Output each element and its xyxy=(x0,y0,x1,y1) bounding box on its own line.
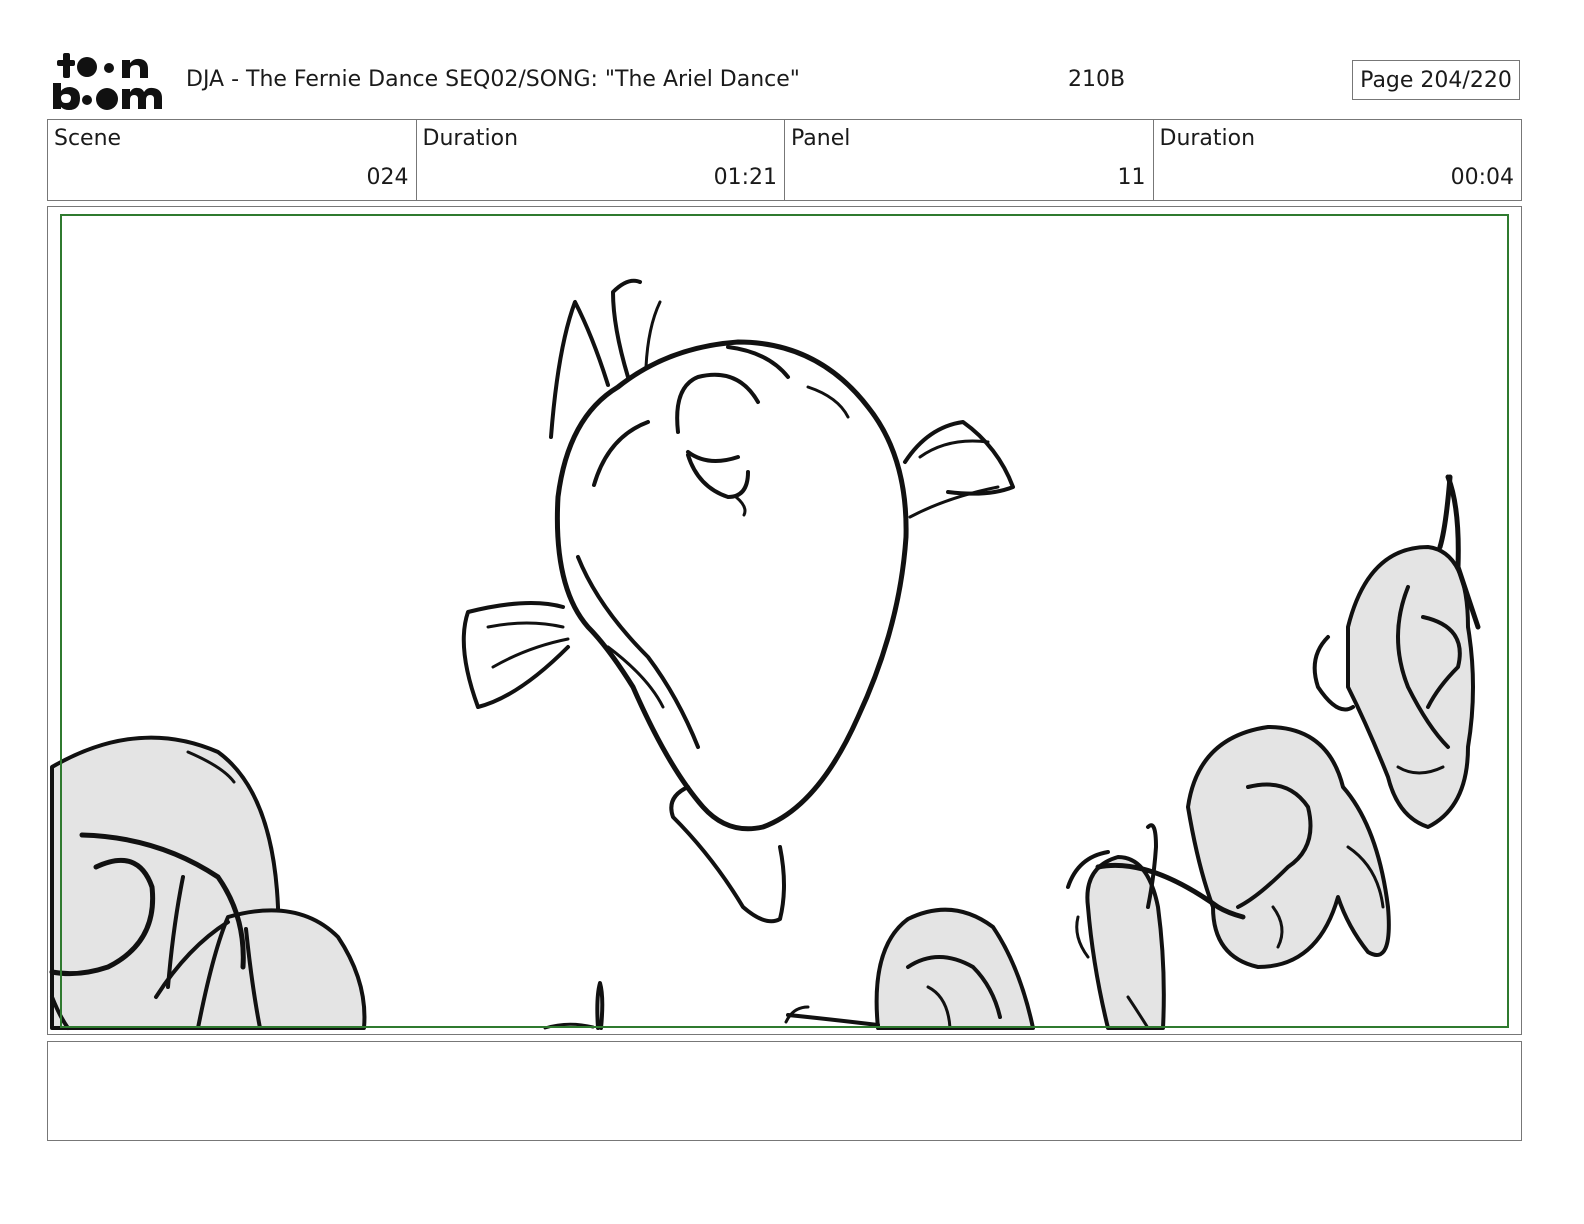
scene-duration-value: 01:21 xyxy=(713,165,777,190)
scene-code: 210B xyxy=(1068,67,1126,92)
sister-mermaid-left xyxy=(49,735,367,1030)
sister-mermaid-right xyxy=(1066,474,1481,1030)
panel-duration-value: 00:04 xyxy=(1450,165,1514,190)
panel-label: Panel xyxy=(791,126,851,151)
storyboard-panel xyxy=(47,206,1522,1035)
scene-cell: Scene 024 xyxy=(48,120,417,200)
scene-label: Scene xyxy=(54,126,122,151)
scene-value: 024 xyxy=(366,165,409,190)
panel-sketch xyxy=(49,278,1481,1030)
flounder-fish xyxy=(461,278,1015,924)
sister-mermaid-bottom xyxy=(543,907,1035,1030)
project-title: DJA - The Fernie Dance SEQ02/SONG: "The … xyxy=(186,67,800,92)
panel-duration-cell: Duration 00:04 xyxy=(1154,120,1522,200)
scene-duration-label: Duration xyxy=(422,126,519,151)
panel-notes-box[interactable] xyxy=(47,1041,1522,1141)
panel-duration-label: Duration xyxy=(1159,126,1256,151)
panel-value: 11 xyxy=(1117,165,1146,190)
toonboom-logo xyxy=(53,53,162,110)
page-indicator: Page 204/220 xyxy=(1352,60,1520,100)
scene-duration-cell: Duration 01:21 xyxy=(417,120,785,200)
panel-cell: Panel 11 xyxy=(785,120,1154,200)
scene-info-row: Scene 024 Duration 01:21 Panel 11 Durati… xyxy=(47,119,1522,201)
